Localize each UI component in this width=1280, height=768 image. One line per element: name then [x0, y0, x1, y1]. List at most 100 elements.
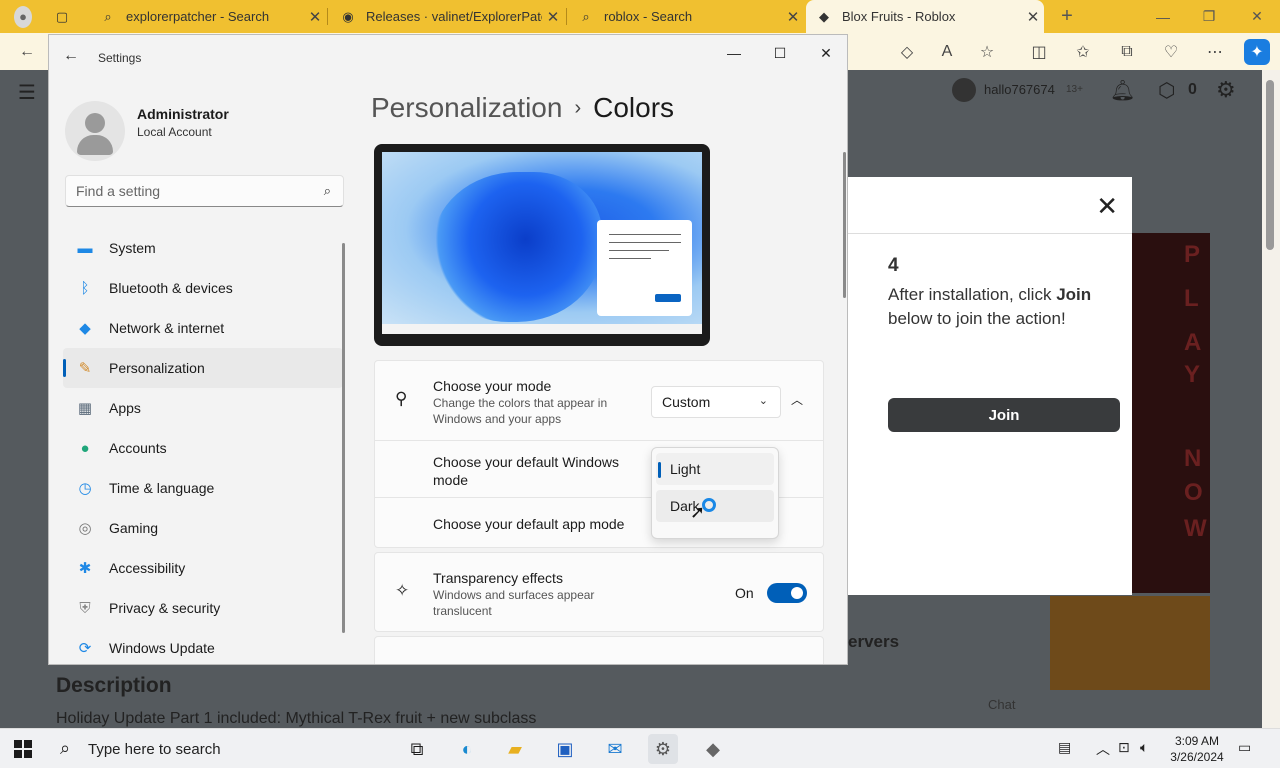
sidebar-item-label: Personalization — [109, 360, 205, 376]
close-icon[interactable]: ✕ — [782, 8, 804, 26]
tab-actions-icon: ▢ — [55, 8, 69, 24]
sidebar-item-label: Windows Update — [109, 640, 215, 656]
roblox-taskbar-button[interactable]: ◆ — [698, 734, 728, 764]
notification-icon[interactable]: ▭ — [1238, 739, 1251, 756]
username[interactable]: hallo767674 — [984, 82, 1055, 97]
taskbar: ⌕ Type here to search ⧉ ◐ ▰ ▣ ✉ ⚙ ◆ ▤ ︿ … — [0, 728, 1280, 768]
page-scrollbar[interactable] — [1262, 70, 1280, 728]
mail-button[interactable]: ✉ — [600, 734, 630, 764]
tab-roblox-search[interactable]: ⌕ roblox - Search ✕ — [568, 0, 804, 33]
chevron-up-icon[interactable]: ︿ — [791, 391, 803, 408]
gamepad-icon: ◎ — [78, 520, 92, 537]
profile-avatar[interactable]: ● — [8, 0, 42, 33]
split-screen-button[interactable]: ◫ — [1026, 39, 1052, 65]
more-dots-icon: ⋯ — [1207, 44, 1223, 61]
collections-button[interactable]: ⧉ — [1114, 39, 1140, 65]
sidebar-item-label: Time & language — [109, 480, 215, 496]
tab-title: Releases · valinet/ExplorerPatcher — [366, 9, 542, 24]
sidebar-scrollbar[interactable] — [342, 243, 345, 633]
task-view-button[interactable]: ⧉ — [402, 734, 432, 764]
copilot-icon: ✦ — [1250, 44, 1264, 61]
performance-button[interactable]: ♡ — [1158, 39, 1184, 65]
taskbar-search[interactable]: ⌕ Type here to search — [48, 729, 388, 768]
sidebar-item-personalization[interactable]: ✎ Personalization — [63, 348, 343, 388]
paintbrush-icon: ⚲ — [395, 389, 408, 408]
chevron-down-icon: ⌄ — [758, 395, 768, 407]
tab-releases-github[interactable]: ◉ Releases · valinet/ExplorerPatcher ✕ — [330, 0, 564, 33]
back-button[interactable]: ← — [14, 39, 40, 65]
start-button[interactable] — [14, 740, 32, 758]
gear-icon[interactable]: ⚙ — [1216, 77, 1236, 103]
minimize-button[interactable]: — — [711, 39, 757, 67]
account-type: Local Account — [137, 125, 212, 139]
more-menu-button[interactable]: ⋯ — [1202, 39, 1228, 65]
mouse-pointer-icon: ➚ — [690, 502, 706, 522]
sidebar-item-windows-update[interactable]: ⟳ Windows Update — [63, 628, 343, 664]
sidebar-item-accessibility[interactable]: ✱ Accessibility — [63, 548, 343, 588]
hamburger-menu-icon[interactable]: ☰ — [18, 80, 36, 105]
close-button[interactable]: ✕ — [803, 39, 847, 67]
description-text: Holiday Update Part 1 included: Mythical… — [56, 710, 537, 727]
close-icon[interactable]: ✕ — [542, 8, 564, 26]
dialog-header: ✕ — [848, 177, 1132, 234]
clock[interactable]: 3:09 AM 3/26/2024 — [1168, 733, 1226, 765]
search-icon: ⌕ — [582, 8, 590, 24]
option-light[interactable]: Light — [656, 453, 774, 485]
user-avatar[interactable] — [952, 78, 976, 102]
maximize-button[interactable]: ☐ — [757, 39, 803, 67]
page-scrollbar-thumb[interactable] — [1266, 80, 1274, 250]
read-aloud-button[interactable]: A — [934, 39, 960, 65]
avatar — [65, 101, 125, 161]
close-window-button[interactable]: ✕ — [1234, 0, 1280, 33]
transparency-toggle[interactable] — [767, 583, 807, 603]
tab-explorerpatcher-search[interactable]: ⌕ explorerpatcher - Search ✕ — [90, 0, 326, 33]
store-button[interactable]: ▣ — [550, 734, 580, 764]
tab-blox-fruits[interactable]: ◆ Blox Fruits - Roblox ✕ — [806, 0, 1044, 33]
sidebar-item-gaming[interactable]: ◎ Gaming — [63, 508, 343, 548]
copilot-button[interactable]: ✦ — [1244, 39, 1270, 65]
app-available-button[interactable]: ◇ — [894, 39, 920, 65]
volume-muted-icon[interactable]: 🔈︎ — [1140, 739, 1148, 756]
chevron-up-icon[interactable]: ︿ — [1096, 739, 1110, 759]
mode-dropdown[interactable]: Custom ⌄ — [651, 386, 781, 418]
option-dark[interactable]: Dark ➚ — [656, 490, 774, 522]
settings-search-input[interactable]: Find a setting ⌕ — [65, 175, 344, 207]
minimize-button[interactable]: — — [1140, 0, 1186, 33]
banner-letter: O — [1184, 479, 1203, 506]
sidebar-nav: ▬ System ᛒ Bluetooth & devices ◆ Network… — [63, 228, 343, 664]
maximize-icon: ☐ — [773, 44, 787, 61]
sidebar-item-system[interactable]: ▬ System — [63, 228, 343, 268]
preview-line — [609, 250, 669, 251]
settings-taskbar-button[interactable]: ⚙ — [648, 734, 678, 764]
sidebar-item-privacy[interactable]: ⛨ Privacy & security — [63, 588, 343, 628]
new-tab-button[interactable]: + — [1044, 0, 1090, 33]
close-icon[interactable]: ✕ — [1022, 8, 1044, 26]
favorite-button[interactable]: ☆ — [974, 39, 1000, 65]
widget-icon[interactable]: ▤ — [1058, 739, 1071, 756]
plus-icon: + — [1061, 5, 1073, 27]
network-icon[interactable]: ⊡ — [1118, 739, 1130, 756]
file-explorer-button[interactable]: ▰ — [500, 734, 530, 764]
tab-actions-button[interactable]: ▢ — [44, 0, 84, 33]
sidebar-item-apps[interactable]: ▦ Apps — [63, 388, 343, 428]
join-button[interactable]: Join — [888, 398, 1120, 432]
chat-button[interactable]: Chat — [988, 697, 1015, 712]
back-arrow-icon[interactable]: ← — [63, 47, 79, 65]
robux-icon[interactable]: ⬡ — [1158, 78, 1175, 103]
preview-line — [609, 258, 651, 259]
sidebar-item-accounts[interactable]: ● Accounts — [63, 428, 343, 468]
bell-icon[interactable]: 🔔︎ — [1110, 78, 1135, 103]
close-icon[interactable]: ✕ — [304, 8, 326, 26]
favorites-button[interactable]: ✩ — [1070, 39, 1096, 65]
restore-button[interactable]: ❐ — [1186, 0, 1232, 33]
sidebar-item-bluetooth[interactable]: ᛒ Bluetooth & devices — [63, 268, 343, 308]
breadcrumb-parent[interactable]: Personalization — [371, 92, 562, 123]
edge-button[interactable]: ◐ — [452, 734, 482, 764]
close-icon[interactable]: ✕ — [1096, 191, 1118, 222]
sidebar-item-label: Accessibility — [109, 560, 186, 576]
paintbrush-icon: ✎ — [78, 360, 92, 377]
mode-value: Custom — [662, 394, 711, 410]
sidebar-item-time-language[interactable]: ◷ Time & language — [63, 468, 343, 508]
sidebar-item-network[interactable]: ◆ Network & internet — [63, 308, 343, 348]
content-scrollbar[interactable] — [843, 152, 846, 298]
